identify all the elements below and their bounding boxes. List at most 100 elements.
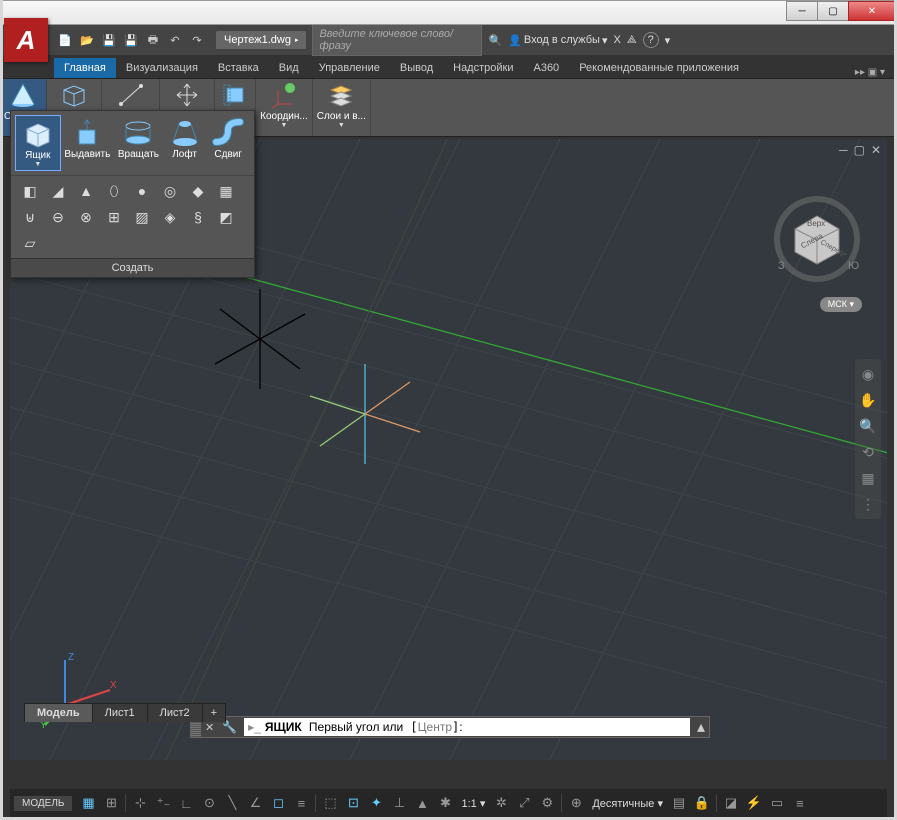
panel-layers[interactable]: Слои и в... ▼ [313, 79, 371, 136]
document-tab[interactable]: Чертеж1.dwg ▸ [216, 31, 306, 49]
annotation-visibility-icon[interactable]: ✲ [490, 792, 512, 814]
quick-properties-icon[interactable]: ▤ [668, 792, 690, 814]
torus-icon[interactable]: ◎ [161, 182, 179, 200]
pyramid-icon[interactable]: ◆ [189, 182, 207, 200]
vp-minimize-icon[interactable]: ─ [839, 143, 848, 157]
modelspace-toggle[interactable]: МОДЕЛЬ [14, 796, 72, 811]
clean-screen-icon[interactable]: ▭ [766, 792, 788, 814]
nurbs-icon[interactable]: ◈ [161, 208, 179, 226]
undo-icon[interactable]: ↶ [165, 30, 185, 50]
help-icon[interactable]: ? [643, 32, 659, 48]
open-icon[interactable]: 📂 [77, 30, 97, 50]
infer-constraints-icon[interactable]: ⊹ [129, 792, 151, 814]
wedge-icon[interactable]: ◢ [49, 182, 67, 200]
cmdline-options-icon[interactable]: 🔧 [218, 720, 241, 734]
subtract-icon[interactable]: ⊖ [49, 208, 67, 226]
dynamic-ucs-icon[interactable]: ⊥ [388, 792, 410, 814]
polysolid-icon[interactable]: ◧ [21, 182, 39, 200]
loft-tool[interactable]: Лофт [163, 115, 207, 171]
tab-addins[interactable]: Надстройки [443, 58, 523, 78]
wcs-badge[interactable]: МСК ▾ [820, 297, 862, 312]
isodraft-icon[interactable]: ╲ [221, 792, 243, 814]
tab-layout2[interactable]: Лист2 [147, 703, 203, 722]
osnap-2d-icon[interactable]: ◻ [267, 792, 289, 814]
tab-output[interactable]: Вывод [390, 58, 443, 78]
saveas-icon[interactable]: 💾 [121, 30, 141, 50]
selection-cycling-icon[interactable]: ⊡ [342, 792, 364, 814]
cylinder-icon[interactable]: ⬯ [105, 182, 123, 200]
section-icon[interactable]: ◩ [217, 208, 235, 226]
tab-model-space[interactable]: Модель [24, 703, 93, 722]
signin-button[interactable]: 👤 Вход в службы▾ [508, 34, 607, 47]
steering-wheel-icon[interactable]: ◉ [859, 365, 877, 383]
selection-filter-icon[interactable]: ▲ [411, 792, 433, 814]
exchange-icon[interactable]: X [613, 34, 620, 46]
panel-coordinates[interactable]: Координ... ▼ [256, 79, 313, 136]
cmdline-close-icon[interactable]: ✕ [201, 721, 218, 734]
polar-icon[interactable]: ⊙ [198, 792, 220, 814]
new-icon[interactable]: 📄 [55, 30, 75, 50]
osnap-3d-icon[interactable]: ✦ [365, 792, 387, 814]
isolate-objects-icon[interactable]: ◪ [720, 792, 742, 814]
workspace-icon[interactable]: ⚙ [536, 792, 558, 814]
redo-icon[interactable]: ↷ [187, 30, 207, 50]
tab-manage[interactable]: Управление [309, 58, 390, 78]
tab-view[interactable]: Вид [269, 58, 309, 78]
sphere-icon[interactable]: ● [133, 182, 151, 200]
autoscale-icon[interactable]: ⤢ [513, 792, 535, 814]
vp-maximize-icon[interactable]: ▢ [854, 143, 865, 157]
lineweight-icon[interactable]: ≡ [290, 792, 312, 814]
minimize-button[interactable]: ─ [786, 1, 818, 21]
customize-icon[interactable]: ≡ [789, 792, 811, 814]
maximize-button[interactable]: ▢ [817, 1, 849, 21]
search-input[interactable]: Введите ключевое слово/фразу [312, 24, 482, 56]
command-input[interactable]: ▸_ ЯЩИК Первый угол или [Центр]: [244, 718, 690, 736]
osnap-tracking-icon[interactable]: ∠ [244, 792, 266, 814]
ribbon-expand-button[interactable]: ▸▸ ▣ ▾ [847, 67, 893, 78]
viewcube[interactable]: Слева Спереди Верх З Ю МСК ▾ [772, 179, 862, 299]
box-tool[interactable]: Ящик ▼ [15, 115, 61, 171]
tab-visualize[interactable]: Визуализация [116, 58, 208, 78]
tab-insert[interactable]: Вставка [208, 58, 269, 78]
showmotion-icon[interactable]: ▦ [859, 469, 877, 487]
cone-small-icon[interactable]: ▲ [77, 182, 95, 200]
units-display[interactable]: Десятичные ▾ [588, 797, 667, 810]
intersect-icon[interactable]: ⊗ [77, 208, 95, 226]
union-icon[interactable]: ⊎ [21, 208, 39, 226]
save-icon[interactable]: 💾 [99, 30, 119, 50]
zoom-icon[interactable]: 🔍 [859, 417, 877, 435]
mesh-icon[interactable]: ⊞ [105, 208, 123, 226]
dynamic-input-icon[interactable]: ⁺₋ [152, 792, 174, 814]
lock-ui-icon[interactable]: 🔒 [691, 792, 713, 814]
nav-more-icon[interactable]: ⋮ [859, 495, 877, 513]
revolve-tool[interactable]: Вращать [114, 115, 163, 171]
close-button[interactable]: ✕ [848, 1, 896, 21]
plot-icon[interactable]: 🖶 [143, 30, 163, 50]
grid-toggle-icon[interactable]: ▦ [77, 792, 99, 814]
cmdline-history-icon[interactable]: ▴ [693, 717, 709, 737]
add-layout-button[interactable]: + [202, 703, 226, 722]
pan-icon[interactable]: ✋ [859, 391, 877, 409]
tab-layout1[interactable]: Лист1 [92, 703, 148, 722]
sweep-tool[interactable]: Сдвиг [206, 115, 250, 171]
tab-home[interactable]: Главная [54, 58, 116, 78]
app-menu-button[interactable]: A [4, 18, 48, 62]
orbit-icon[interactable]: ⟲ [859, 443, 877, 461]
vp-close-icon[interactable]: ✕ [871, 143, 881, 157]
surface-icon[interactable]: ▨ [133, 208, 151, 226]
extrude-tool[interactable]: Выдавить [61, 115, 114, 171]
presspull-icon[interactable]: ▦ [217, 182, 235, 200]
snap-toggle-icon[interactable]: ⊞ [100, 792, 122, 814]
gizmo-icon[interactable]: ✱ [434, 792, 456, 814]
tab-a360[interactable]: A360 [523, 58, 569, 78]
annotation-monitor-icon[interactable]: ⊕ [565, 792, 587, 814]
a360-icon[interactable]: ⟁ [627, 34, 637, 47]
helix-icon[interactable]: § [189, 208, 207, 226]
search-icon[interactable]: 🔍 [488, 34, 502, 47]
cmd-option[interactable]: Центр [418, 720, 452, 734]
transparency-icon[interactable]: ⬚ [319, 792, 341, 814]
hardware-accel-icon[interactable]: ⚡ [743, 792, 765, 814]
flatshot-icon[interactable]: ▱ [21, 234, 39, 252]
annotation-scale[interactable]: 1:1 ▾ [457, 797, 489, 810]
tab-featured-apps[interactable]: Рекомендованные приложения [569, 58, 749, 78]
